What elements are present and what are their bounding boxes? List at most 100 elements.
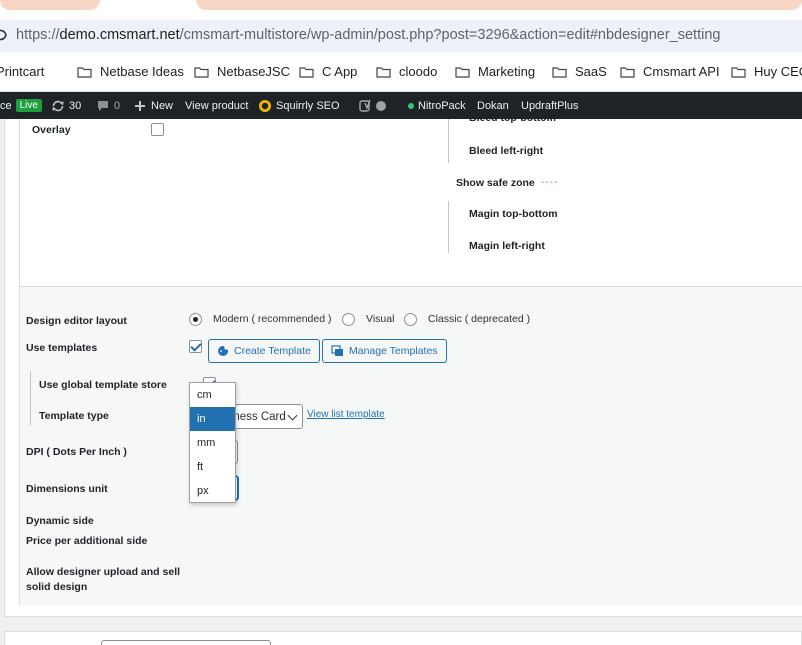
bookmark-label: Netbase Ideas — [100, 64, 184, 79]
folder-icon — [620, 66, 635, 78]
main-content: Overlay Bleed top-bottom Bleed left-righ… — [0, 112, 802, 645]
url-scheme: https:// — [16, 27, 60, 43]
dimensions-unit-label: Dimensions unit — [26, 483, 108, 495]
bookmark-label: SaaS — [575, 64, 607, 79]
margin-left-right-label: Magin left-right — [469, 240, 545, 252]
design-editor-layout-label: Design editor layout — [26, 315, 127, 327]
margin-divider — [448, 201, 449, 253]
show-safe-zone-label: Show safe zone — [456, 177, 535, 189]
plus-icon — [135, 100, 145, 111]
view-product-label: View product — [185, 99, 249, 112]
adminbar-yoast[interactable] — [358, 92, 386, 119]
bleed-top-bottom-label: Bleed top-bottom — [469, 112, 556, 124]
folder-icon — [376, 66, 391, 78]
use-templates-checkbox[interactable] — [189, 340, 202, 353]
updates-icon — [52, 100, 64, 111]
adminbar-squirrly[interactable]: Squirrly SEO — [258, 92, 340, 119]
folder-icon — [552, 66, 567, 78]
layout-modern-label[interactable]: Modern ( recommended ) — [213, 313, 331, 325]
create-template-label: Create Template — [234, 345, 311, 357]
browser-tab[interactable] — [0, 0, 100, 10]
bookmark-cloodo[interactable]: cloodo — [376, 64, 437, 79]
nitropack-label: NitroPack — [418, 99, 466, 112]
adminbar-view-product[interactable]: View product — [185, 92, 248, 119]
adminbar-nitropack[interactable]: NitroPack — [408, 92, 466, 119]
dimension-settings-panel: Overlay Bleed top-bottom Bleed left-righ… — [19, 112, 802, 287]
adminbar-updates[interactable]: 30 — [51, 92, 81, 119]
dpi-label: DPI ( Dots Per Inch ) — [26, 446, 127, 458]
live-badge: Live — [15, 99, 42, 112]
overlay-checkbox[interactable] — [151, 123, 164, 136]
bookmarks-bar: Printcart Netbase Ideas NetbaseJSC C App… — [0, 54, 802, 92]
manage-templates-button[interactable]: Manage Templates — [322, 339, 447, 363]
folder-icon — [731, 66, 746, 78]
url-path: /cmsmart-multistore/wp-admin/post.php?po… — [179, 27, 721, 43]
view-list-template-link[interactable]: View list template — [307, 409, 385, 420]
url-text[interactable]: https://demo.cmsmart.net/cmsmart-multist… — [16, 27, 720, 43]
bookmark-huy-ceo[interactable]: Huy CEO — [731, 64, 802, 79]
next-metabox — [4, 631, 802, 645]
folder-icon — [194, 66, 209, 78]
settings-metabox: Overlay Bleed top-bottom Bleed left-righ… — [4, 112, 802, 617]
squirrly-label: Squirrly SEO — [276, 99, 340, 112]
folder-icon — [77, 66, 92, 78]
layout-visual-label[interactable]: Visual — [366, 313, 394, 325]
safe-zone-value: ---- — [541, 177, 559, 188]
adminbar-new[interactable]: New — [133, 92, 173, 119]
bleed-divider — [448, 119, 449, 163]
bookmark-label: Cmsmart API — [643, 64, 720, 79]
layout-modern-radio[interactable] — [189, 313, 202, 326]
adminbar-site-item[interactable]: ce Live — [0, 92, 42, 119]
squirrly-icon — [259, 99, 271, 112]
allow-upload-label: Allow designer upload and sell — [26, 566, 181, 578]
bookmark-marketing[interactable]: Marketing — [455, 64, 535, 79]
folder-icon — [455, 66, 470, 78]
template-settings-divider — [30, 371, 31, 426]
bookmark-c-app[interactable]: C App — [299, 64, 357, 79]
layout-classic-radio[interactable] — [404, 313, 417, 326]
layout-classic-label[interactable]: Classic ( deprecated ) — [428, 313, 530, 325]
unit-option-in[interactable]: in — [190, 407, 235, 431]
global-template-store-label: Use global template store — [39, 379, 167, 391]
browser-window: https://demo.cmsmart.net/cmsmart-multist… — [0, 0, 802, 645]
layout-visual-radio[interactable] — [342, 313, 355, 326]
dokan-label: Dokan — [477, 99, 509, 112]
bookmark-label: C App — [322, 64, 358, 79]
seo-score-dot — [376, 100, 386, 111]
bookmark-printcart[interactable]: Printcart — [0, 64, 44, 79]
overlay-label: Overlay — [32, 124, 71, 136]
editor-settings-panel: Design editor layout Modern ( recommende… — [19, 287, 802, 605]
bookmark-cmsmart-api[interactable]: Cmsmart API — [620, 64, 720, 79]
unit-option-px[interactable]: px — [190, 479, 235, 503]
bookmark-label: NetbaseJSC — [217, 64, 290, 79]
updraftplus-label: UpdraftPlus — [521, 99, 579, 112]
allow-upload-label-line2: solid design — [26, 581, 88, 593]
adminbar-site-label: ce — [0, 99, 12, 112]
site-info-icon[interactable] — [0, 28, 8, 42]
unit-option-mm[interactable]: mm — [190, 431, 235, 455]
bookmark-label: Printcart — [0, 64, 45, 79]
url-domain: demo.cmsmart.net — [59, 27, 180, 43]
dimensions-unit-dropdown: cm in mm ft px — [189, 382, 236, 503]
dynamic-side-label: Dynamic side — [26, 515, 94, 527]
next-field-input[interactable] — [101, 640, 271, 645]
palette-icon — [218, 346, 228, 356]
unit-option-ft[interactable]: ft — [190, 455, 235, 479]
create-template-button[interactable]: Create Template — [208, 339, 320, 363]
bookmark-netbase-ideas[interactable]: Netbase Ideas — [77, 64, 184, 79]
unit-option-cm[interactable]: cm — [190, 383, 235, 407]
wp-admin-bar: ce Live 30 0 New View product Squirrly S… — [0, 92, 802, 119]
bookmark-label: Marketing — [478, 64, 536, 79]
folder-icon — [299, 66, 314, 78]
browser-tab[interactable] — [196, 0, 802, 10]
manage-templates-icon — [331, 345, 343, 356]
manage-templates-label: Manage Templates — [349, 345, 438, 357]
use-templates-label: Use templates — [26, 342, 98, 354]
bleed-left-right-label: Bleed left-right — [469, 145, 544, 157]
adminbar-comments[interactable]: 0 — [96, 92, 120, 119]
bookmark-netbasejsc[interactable]: NetbaseJSC — [194, 64, 290, 79]
bookmark-saas[interactable]: SaaS — [552, 64, 607, 79]
chevron-down-icon — [287, 410, 298, 421]
margin-top-bottom-label: Magin top-bottom — [469, 208, 558, 220]
template-type-label: Template type — [39, 410, 109, 422]
